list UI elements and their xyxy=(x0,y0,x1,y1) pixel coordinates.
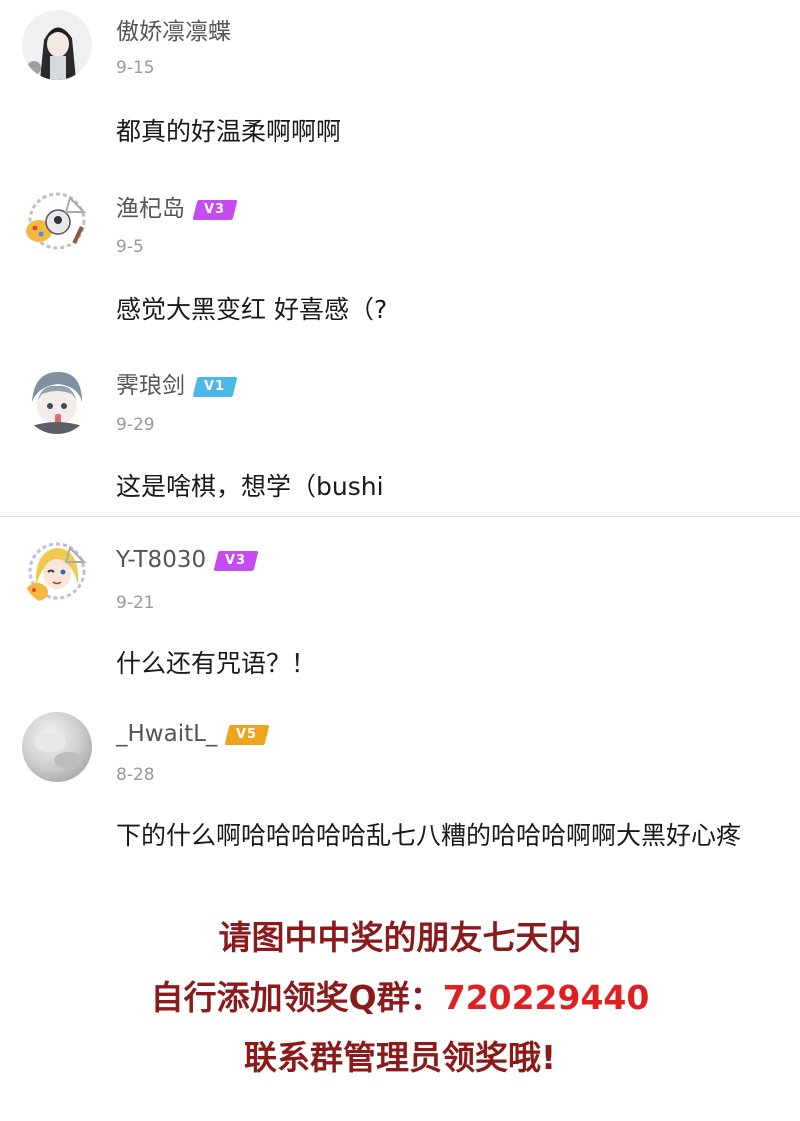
comment-page: 傲娇凛凛蝶 9-15 都真的好温柔啊啊啊 渔杞岛 V3 9-5 感觉大黑变红 好喜… xyxy=(0,0,800,1121)
username[interactable]: 傲娇凛凛蝶 xyxy=(116,18,231,46)
comment-date: 9-15 xyxy=(116,58,155,78)
qq-group-number[interactable]: 720229440 xyxy=(443,978,650,1017)
notice-line-2: 自行添加领奖Q群：720229440 xyxy=(0,976,800,1020)
username[interactable]: 霁琅剑 V1 xyxy=(116,372,238,400)
blonde-girl-palette-avatar[interactable] xyxy=(22,536,92,606)
anime-girl-avatar[interactable] xyxy=(22,10,92,80)
comment-text: 都真的好温柔啊啊啊 xyxy=(116,117,342,146)
level-badge: V3 xyxy=(213,550,259,571)
comment-date: 9-5 xyxy=(116,237,144,257)
comment-text: 这是啥棋，想学（bushi xyxy=(116,472,384,501)
art-palette-avatar[interactable] xyxy=(22,186,92,256)
comment-date: 9-21 xyxy=(116,593,155,613)
level-badge: V5 xyxy=(224,724,270,745)
chibi-swordsman-avatar[interactable] xyxy=(22,364,92,434)
level-badge: V3 xyxy=(192,199,238,220)
username[interactable]: 渔杞岛 V3 xyxy=(116,195,238,223)
comment-text: 下的什么啊哈哈哈哈哈乱七八糟的哈哈哈啊啊大黑好心疼 xyxy=(116,821,742,850)
username[interactable]: _HwaitL_ V5 xyxy=(116,720,270,748)
notice-line-1: 请图中中奖的朋友七天内 xyxy=(218,918,582,957)
grey-cloud-avatar[interactable] xyxy=(22,712,92,782)
username[interactable]: Y-T8030 V3 xyxy=(116,546,259,574)
notice-line-2-text: 自行添加领奖Q群： xyxy=(150,978,443,1017)
comment-date: 9-29 xyxy=(116,415,155,435)
comment-text: 什么还有咒语？！ xyxy=(116,649,317,678)
notice-line-3: 联系群管理员领奖哦! xyxy=(243,1038,557,1077)
comment-date: 8-28 xyxy=(116,765,155,785)
comment-text: 感觉大黑变红 好喜感（? xyxy=(116,295,388,324)
section-divider xyxy=(0,516,800,517)
level-badge: V1 xyxy=(192,376,238,397)
